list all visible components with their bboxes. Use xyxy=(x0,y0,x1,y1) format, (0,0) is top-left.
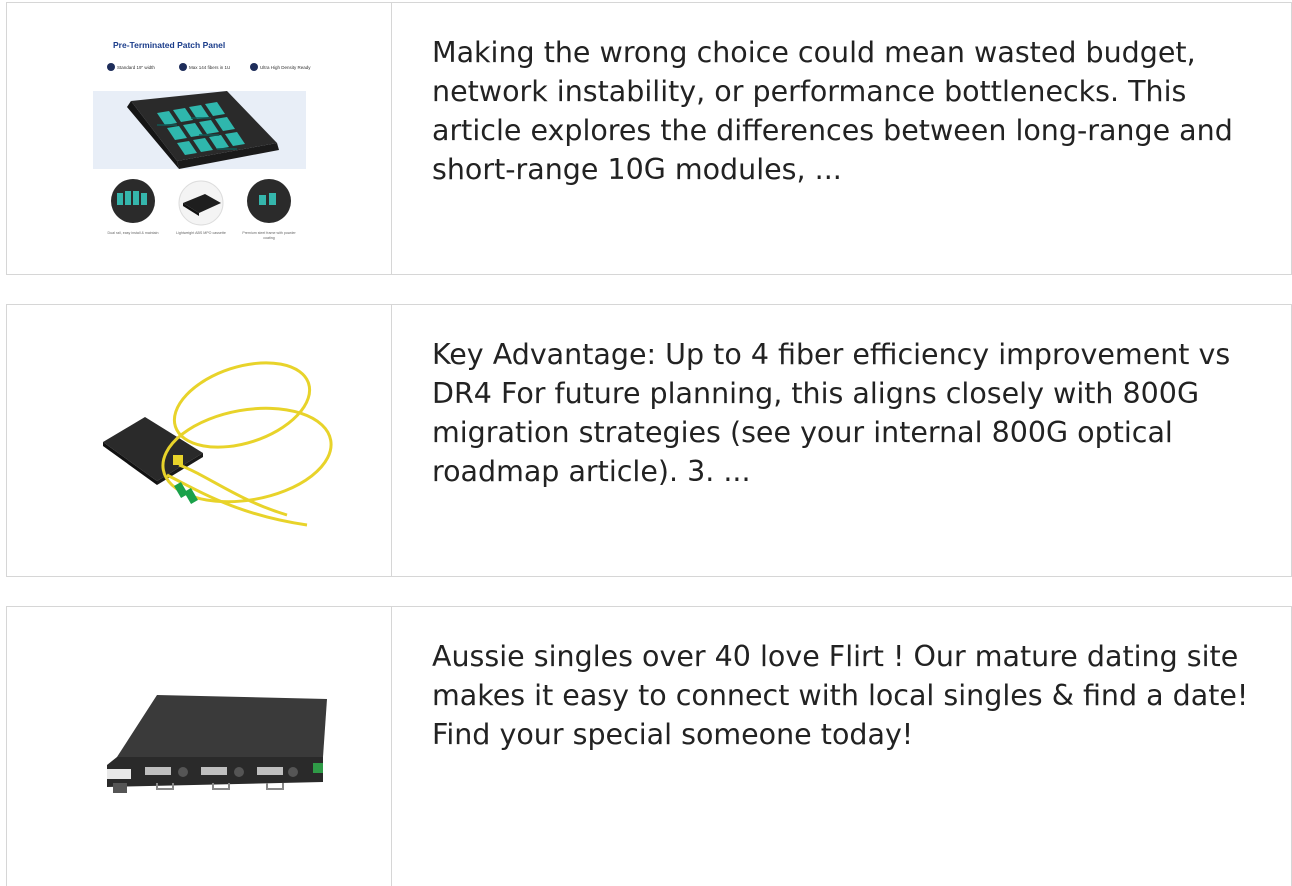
thumbnail-caption: Premium steel frame with powder coating xyxy=(242,231,296,240)
excerpt-text: Key Advantage: Up to 4 fiber efficiency … xyxy=(432,338,1231,488)
article-card[interactable]: Aussie singles over 40 love Flirt ! Our … xyxy=(6,606,1292,886)
article-thumbnail-patch-panel[interactable]: Pre-Terminated Patch Panel Standard 19" … xyxy=(7,3,392,274)
article-thumbnail-fiber-splitter[interactable] xyxy=(7,305,392,576)
excerpt-text: Aussie singles over 40 love Flirt ! Our … xyxy=(432,640,1249,751)
fiber-splitter-illustration xyxy=(103,361,333,527)
article-excerpt[interactable]: Aussie singles over 40 love Flirt ! Our … xyxy=(392,607,1291,886)
article-list: Pre-Terminated Patch Panel Standard 19" … xyxy=(0,0,1292,886)
article-thumbnail-rack-device[interactable] xyxy=(7,607,392,886)
article-card[interactable]: Key Advantage: Up to 4 fiber efficiency … xyxy=(6,304,1292,577)
article-excerpt[interactable]: Making the wrong choice could mean waste… xyxy=(392,3,1291,274)
rack-device-illustration xyxy=(107,695,327,793)
excerpt-text: Making the wrong choice could mean waste… xyxy=(432,36,1233,186)
thumbnail-caption: Lightweight ABS MPO cassette xyxy=(176,231,226,235)
article-excerpt[interactable]: Key Advantage: Up to 4 fiber efficiency … xyxy=(392,305,1291,576)
article-card[interactable]: Pre-Terminated Patch Panel Standard 19" … xyxy=(6,2,1292,275)
thumbnail-caption: Dual rail, easy install & maintain xyxy=(107,231,159,235)
